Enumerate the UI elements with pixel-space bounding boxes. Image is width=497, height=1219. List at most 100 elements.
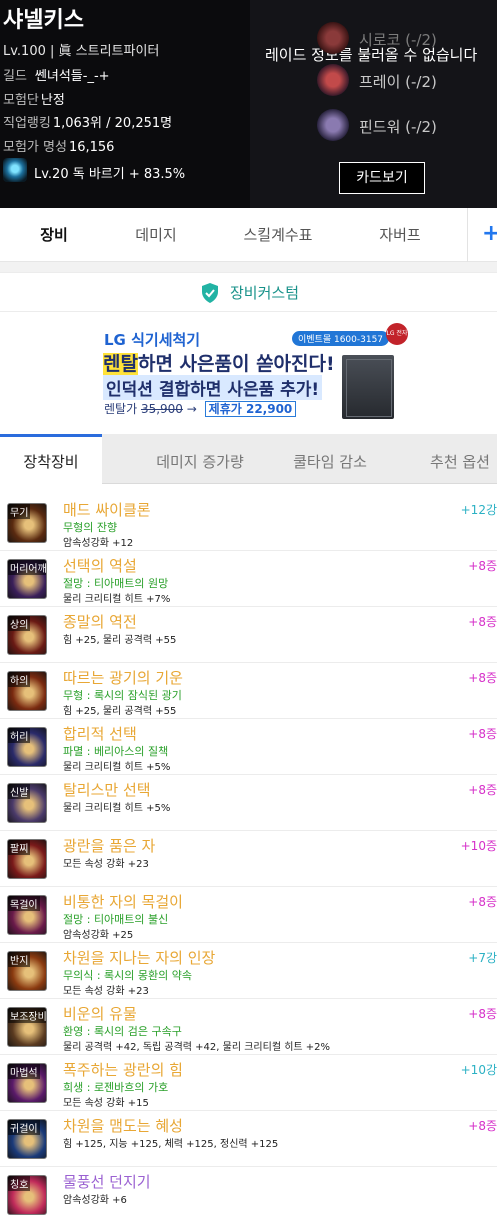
tab-equipped[interactable]: 장착장비 [0,434,102,484]
party-member-name: 핀드워 (-/2) [359,118,437,136]
equipment-row[interactable]: 하의 따르는 광기의 기운 무형 : 록시의 잠식된 광기 힘 +25, 물리 공격력… [0,663,497,719]
item-set-option: 절망 : 티아매트의 불신 [63,913,169,926]
item-name[interactable]: 광란을 품은 자 [63,835,155,856]
tab-cooldown[interactable]: 쿨타임 감소 [278,434,382,484]
equipment-row[interactable]: 반지 차원을 지나는 자의 인장 무의식 : 록시의 몽환의 약속모든 속성 강화 … [0,943,497,999]
item-icon: 하의 [7,671,47,711]
dishwasher-image [342,355,394,419]
item-reinforce-level: +8증 [468,1119,497,1133]
item-slot-label: 칭호 [8,1176,31,1191]
tab-skill-coefficient[interactable]: 스킬계수표 [228,208,328,262]
item-icon: 반지 [7,951,47,991]
item-slot-label: 마법석 [8,1064,40,1079]
item-set-option: 무의식 : 록시의 몽환의 약속 [63,969,193,982]
tab-damage-increase[interactable]: 데미지 증가량 [120,434,280,484]
item-slot-label: 보조장비 [8,1008,46,1023]
item-name[interactable]: 폭주하는 광란의 힘 [63,1059,183,1080]
item-set-option: 희생 : 로젠바흐의 가호 [63,1081,169,1094]
item-stat: 물리 공격력 +42, 독립 공격력 +42, 물리 크리티컬 히트 +2% [63,1042,331,1053]
ad-seal: LG 전자 [386,323,408,345]
top-tabs: 장비 데미지 스킬계수표 자버프 + [0,208,497,262]
party-member[interactable]: 핀드워 (-/2) [317,109,497,143]
item-name[interactable]: 매드 싸이클론 [63,499,151,520]
item-set-option: 파멸 : 베리아스의 질책 [63,745,169,758]
custom-equip-bar[interactable]: 장비커스텀 [0,272,497,312]
item-name[interactable]: 선택의 역설 [63,555,137,576]
adventure-label: 모험단 [3,93,39,108]
ad-line1: LG 식기세척기 [104,331,201,349]
item-reinforce-level: +10강 [460,1063,497,1077]
equipment-row[interactable]: 머리어깨 선택의 역설 절망 : 티아매트의 원망 물리 크리티컬 히트 +7% +8증 [0,551,497,607]
item-slot-label: 머리어깨 [8,560,46,575]
item-name[interactable]: 따르는 광기의 기운 [63,667,183,688]
item-reinforce-level: +10증 [460,839,497,853]
equipment-row[interactable]: 무기 매드 싸이클론 무형의 잔향 암속성강화 +12 +12강 [0,495,497,551]
guild-label: 길드 [3,69,27,84]
tab-equipment[interactable]: 장비 [14,208,94,262]
item-name[interactable]: 차원을 맴도는 혜성 [63,1115,183,1136]
fame-value: 16,156 [68,140,115,155]
equip-tabs: 장착장비 데미지 증가량 쿨타임 감소 추천 옵션 [0,434,497,484]
equipment-row[interactable]: 칭호 물풍선 던지기암속성강화 +6 [0,1167,497,1219]
item-reinforce-level: +8증 [468,727,497,741]
guild-value[interactable]: 쎈녀석들-_-+ [35,69,110,84]
fame-label: 모험가 명성 [3,140,67,155]
equipment-row[interactable]: 팔찌 광란을 품은 자 모든 속성 강화 +23 +10증 [0,831,497,887]
item-name[interactable]: 비통한 자의 목걸이 [63,891,183,912]
item-stat: 모든 속성 강화 +15 [63,1098,149,1109]
item-name[interactable]: 탈리스만 선택 [63,779,151,800]
item-set-option: 절망 : 티아매트의 원망 [63,577,169,590]
item-icon: 보조장비 [7,1007,47,1047]
tab-recommended-options[interactable]: 추천 옵션 [410,434,497,484]
adventure-line: 모험단 난정 [3,89,65,108]
ad-price-prefix: 렌탈가 [104,402,138,416]
ad-banner[interactable]: LG 식기세척기 이벤트몰 1600-3157 LG 전자 렌탈하면 사은품이 … [96,323,416,423]
ad-new-price: 제휴가 22,900 [204,401,297,417]
avatar [317,22,349,54]
equipment-row[interactable]: 신발 탈리스만 선택 물리 크리티컬 히트 +5% +8증 [0,775,497,831]
fame-line: 모험가 명성 16,156 [3,136,114,155]
avatar [317,64,349,96]
item-name[interactable]: 차원을 지나는 자의 인장 [63,947,215,968]
equipment-row[interactable]: 상의 종말의 역전 힘 +25, 물리 공격력 +55 +8증 [0,607,497,663]
tab-self-buff[interactable]: 자버프 [360,208,440,262]
rank-label: 직업랭킹 [3,116,51,131]
party-member[interactable]: 시로코 (-/2) [317,22,497,56]
equipment-row[interactable]: 귀걸이 차원을 맴도는 혜성 힘 +125, 지능 +125, 체력 +125, 정… [0,1111,497,1167]
item-stat: 힘 +25, 물리 공격력 +55 [63,635,177,646]
avatar [317,109,349,141]
item-reinforce-level: +7강 [468,951,497,965]
item-icon: 칭호 [7,1175,47,1215]
equipment-row[interactable]: 목걸이 비통한 자의 목걸이 절망 : 티아매트의 불신 암속성강화 +25 +8증 [0,887,497,943]
item-stat: 모든 속성 강화 +23 [63,859,149,870]
adventure-value[interactable]: 난정 [41,93,65,108]
rank-value: 1,063위 / 20,251명 [52,116,173,131]
party-member-name: 시로코 (-/2) [359,31,437,49]
party-member-name: 프레이 (-/2) [359,73,437,91]
item-name[interactable]: 합리적 선택 [63,723,137,744]
item-stat: 물리 크리티컬 히트 +7% [63,594,171,605]
item-stat: 물리 크리티컬 히트 +5% [63,803,171,814]
item-name[interactable]: 비운의 유물 [63,1003,137,1024]
item-slot-label: 하의 [8,672,31,687]
item-name[interactable]: 종말의 역전 [63,611,137,632]
equipment-row[interactable]: 보조장비 비운의 유물 환영 : 록시의 검은 구속구 물리 공격력 +42, 독립 … [0,999,497,1055]
item-slot-label: 무기 [8,504,31,519]
item-name[interactable]: 물풍선 던지기 [63,1171,151,1192]
item-icon: 허리 [7,727,47,767]
item-stat: 힘 +25, 물리 공격력 +55 [63,706,177,717]
equipment-row[interactable]: 허리 합리적 선택 파멸 : 베리아스의 질책 물리 크리티컬 히트 +5% +8증 [0,719,497,775]
card-view-button[interactable]: 카드보기 [339,162,425,194]
item-stat: 모든 속성 강화 +23 [63,986,149,997]
rank-line: 직업랭킹 1,063위 / 20,251명 [3,112,172,131]
item-stat: 암속성강화 +25 [63,930,134,941]
equipment-row[interactable]: 마법석 폭주하는 광란의 힘 희생 : 로젠바흐의 가호모든 속성 강화 +15 +1… [0,1055,497,1111]
tab-more[interactable]: + [467,208,497,262]
item-slot-label: 목걸이 [8,896,40,911]
ad-old-price: 35,900 [140,402,183,416]
item-slot-label: 귀걸이 [8,1120,40,1135]
skill-text: Lv.20 독 바르기 + 83.5% [34,167,186,182]
tab-damage[interactable]: 데미지 [116,208,196,262]
item-stat: 암속성강화 +6 [63,1195,127,1206]
party-member[interactable]: 프레이 (-/2) [317,64,497,98]
